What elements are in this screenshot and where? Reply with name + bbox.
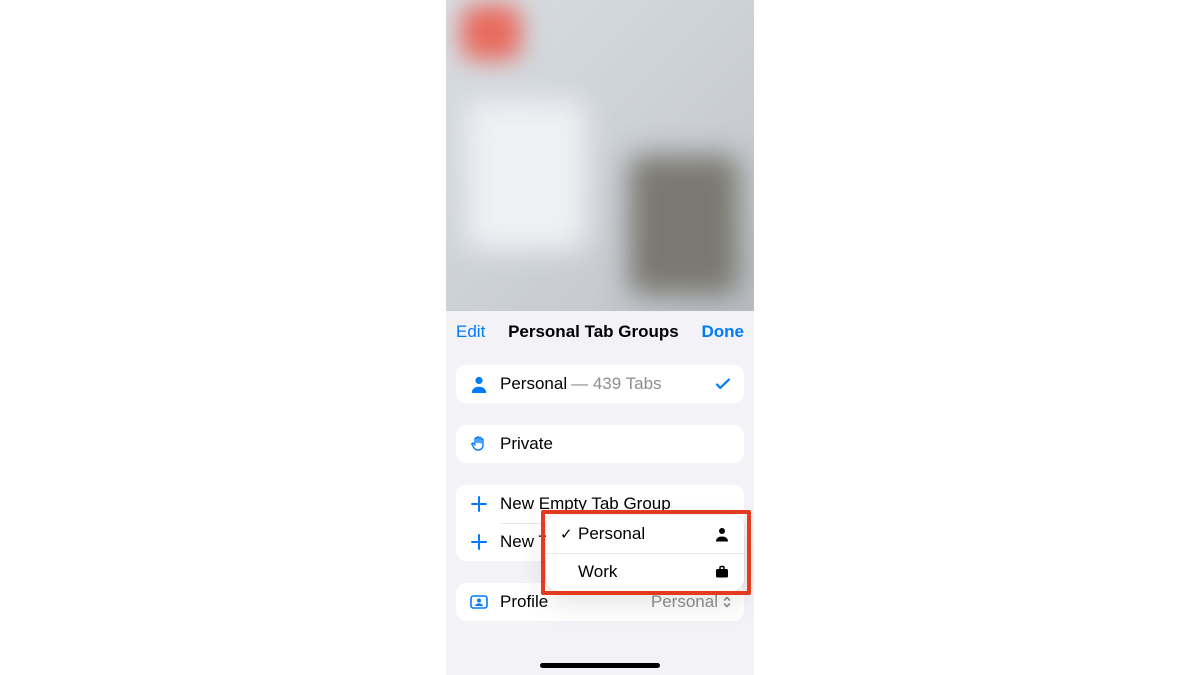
edit-button[interactable]: Edit [456,322,485,342]
home-indicator [540,663,660,668]
briefcase-icon [714,564,730,580]
popup-work-label: Work [578,562,714,582]
popup-item-personal[interactable]: ✓ Personal [546,515,744,553]
profile-value-text: Personal [651,592,718,612]
tab-group-name: Personal [500,374,567,394]
popup-personal-label: Personal [578,524,714,544]
popup-item-work[interactable]: Work [546,553,744,591]
plus-icon [468,533,490,551]
profile-label: Profile [500,592,548,612]
new-from-label: New T [500,532,549,552]
private-section: Private [456,425,744,463]
profile-popup-menu: ✓ Personal Work [546,515,744,591]
new-empty-label: New Empty Tab Group [500,494,671,514]
plus-icon [468,495,490,513]
profile-card-icon [468,592,490,612]
sheet-header: Edit Personal Tab Groups Done [446,311,754,353]
tab-group-personal[interactable]: Personal — 439 Tabs [456,365,744,403]
page-title: Personal Tab Groups [508,322,679,342]
blur-blob [461,5,521,60]
tab-group-count: — 439 Tabs [571,374,661,394]
tab-group-section: Personal — 439 Tabs [456,365,744,403]
blur-blob [466,100,586,250]
checkmark-icon [714,375,732,393]
person-icon [714,526,730,542]
hand-icon [468,434,490,454]
chevrons-icon [722,595,732,609]
private-label: Private [500,434,553,454]
done-button[interactable]: Done [702,322,745,342]
blurred-tabs-background [446,0,754,311]
profile-value: Personal [651,592,732,612]
tab-group-private[interactable]: Private [456,425,744,463]
blur-blob [629,155,739,295]
checkmark-icon: ✓ [560,525,578,543]
phone-frame: Edit Personal Tab Groups Done Personal —… [446,0,754,675]
person-icon [468,374,490,394]
